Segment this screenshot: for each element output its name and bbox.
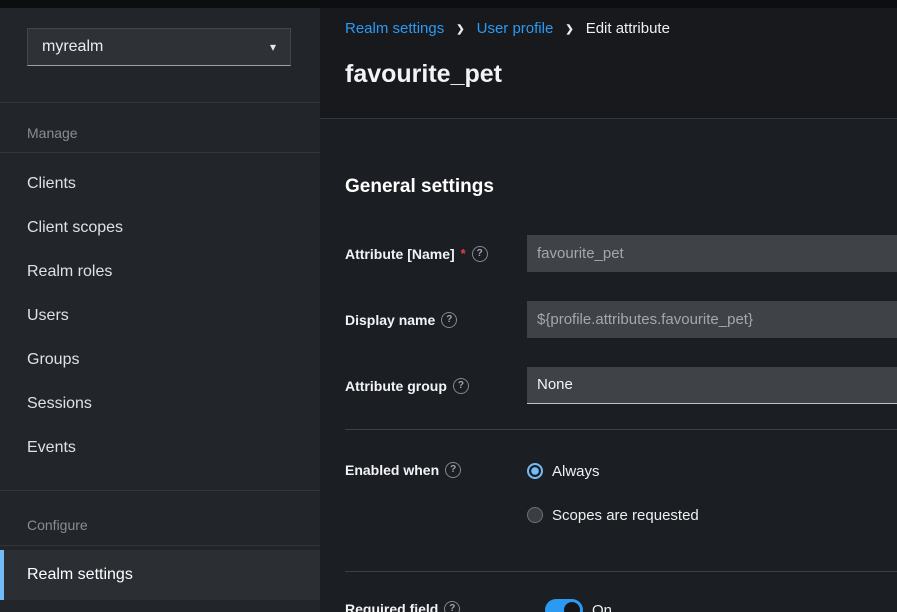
breadcrumb: Realm settings ❯ User profile ❯ Edit att… — [345, 20, 670, 37]
enabled-when-label-group: Enabled when ? — [345, 461, 461, 479]
realm-selector-value: myrealm — [42, 38, 103, 56]
help-icon[interactable]: ? — [453, 378, 469, 394]
required-field-label-group: Required field ? — [345, 600, 460, 612]
help-icon[interactable]: ? — [441, 312, 457, 328]
section-heading: General settings — [345, 176, 494, 198]
radio-label[interactable]: Scopes are requested — [552, 507, 699, 524]
enabled-when-label: Enabled when — [345, 461, 439, 479]
enabled-when-option-always: Always — [527, 462, 600, 480]
sidebar-item-groups[interactable]: Groups — [0, 338, 320, 382]
help-icon[interactable]: ? — [472, 246, 488, 262]
sidebar-divider — [0, 490, 320, 491]
radio-checked-icon[interactable] — [527, 463, 543, 479]
masthead-edge — [0, 0, 897, 8]
nav-group-label-manage: Manage — [27, 125, 78, 141]
display-name-label-group: Display name ? — [345, 311, 457, 329]
sidebar-item-sessions[interactable]: Sessions — [0, 382, 320, 426]
section-divider — [345, 571, 897, 572]
attribute-name-label-group: Attribute [Name] * ? — [345, 245, 488, 263]
breadcrumb-edit-attribute: Edit attribute — [586, 20, 670, 37]
help-icon[interactable]: ? — [444, 601, 460, 612]
sidebar-divider — [0, 102, 320, 103]
sidebar-item-client-scopes[interactable]: Client scopes — [0, 206, 320, 250]
realm-selector[interactable]: myrealm ▾ — [27, 28, 291, 66]
required-field-label: Required field — [345, 600, 438, 612]
chevron-right-icon: ❯ — [565, 24, 573, 35]
nav-group-label-configure: Configure — [27, 517, 88, 533]
breadcrumb-user-profile[interactable]: User profile — [477, 20, 554, 37]
attribute-group-label: Attribute group — [345, 377, 447, 395]
sidebar-divider — [0, 152, 320, 153]
required-asterisk: * — [461, 249, 466, 259]
section-divider — [345, 429, 897, 430]
sidebar-divider — [0, 545, 320, 546]
help-icon[interactable]: ? — [445, 462, 461, 478]
sidebar-item-realm-roles[interactable]: Realm roles — [0, 250, 320, 294]
attribute-name-input — [527, 235, 897, 272]
radio-label[interactable]: Always — [552, 463, 600, 480]
caret-down-icon: ▾ — [270, 41, 276, 53]
chevron-right-icon: ❯ — [456, 24, 464, 35]
display-name-label: Display name — [345, 311, 435, 329]
attribute-group-select[interactable]: None — [527, 367, 897, 404]
keycloak-admin-console: myrealm ▾ Manage Clients Client scopes R… — [0, 0, 897, 612]
enabled-when-option-scopes-requested: Scopes are requested — [527, 506, 699, 524]
attribute-group-label-group: Attribute group ? — [345, 377, 469, 395]
page-title: favourite_pet — [345, 58, 502, 90]
sidebar-item-clients[interactable]: Clients — [0, 162, 320, 206]
main-panel: Realm settings ❯ User profile ❯ Edit att… — [320, 8, 897, 612]
display-name-input[interactable] — [527, 301, 897, 338]
sidebar-item-events[interactable]: Events — [0, 426, 320, 470]
radio-unchecked-icon[interactable] — [527, 507, 543, 523]
breadcrumb-realm-settings[interactable]: Realm settings — [345, 20, 444, 37]
general-settings-section: General settings Attribute [Name] * ? Di… — [320, 118, 897, 612]
toggle-knob — [564, 602, 580, 612]
sidebar-item-realm-settings[interactable]: Realm settings — [0, 550, 320, 600]
sidebar-item-label: Realm settings — [27, 566, 133, 584]
attribute-name-label: Attribute [Name] — [345, 245, 455, 263]
sidebar-item-users[interactable]: Users — [0, 294, 320, 338]
toggle-state-label: On — [592, 602, 612, 612]
sidebar: myrealm ▾ Manage Clients Client scopes R… — [0, 8, 320, 612]
required-field-toggle[interactable] — [545, 599, 583, 612]
